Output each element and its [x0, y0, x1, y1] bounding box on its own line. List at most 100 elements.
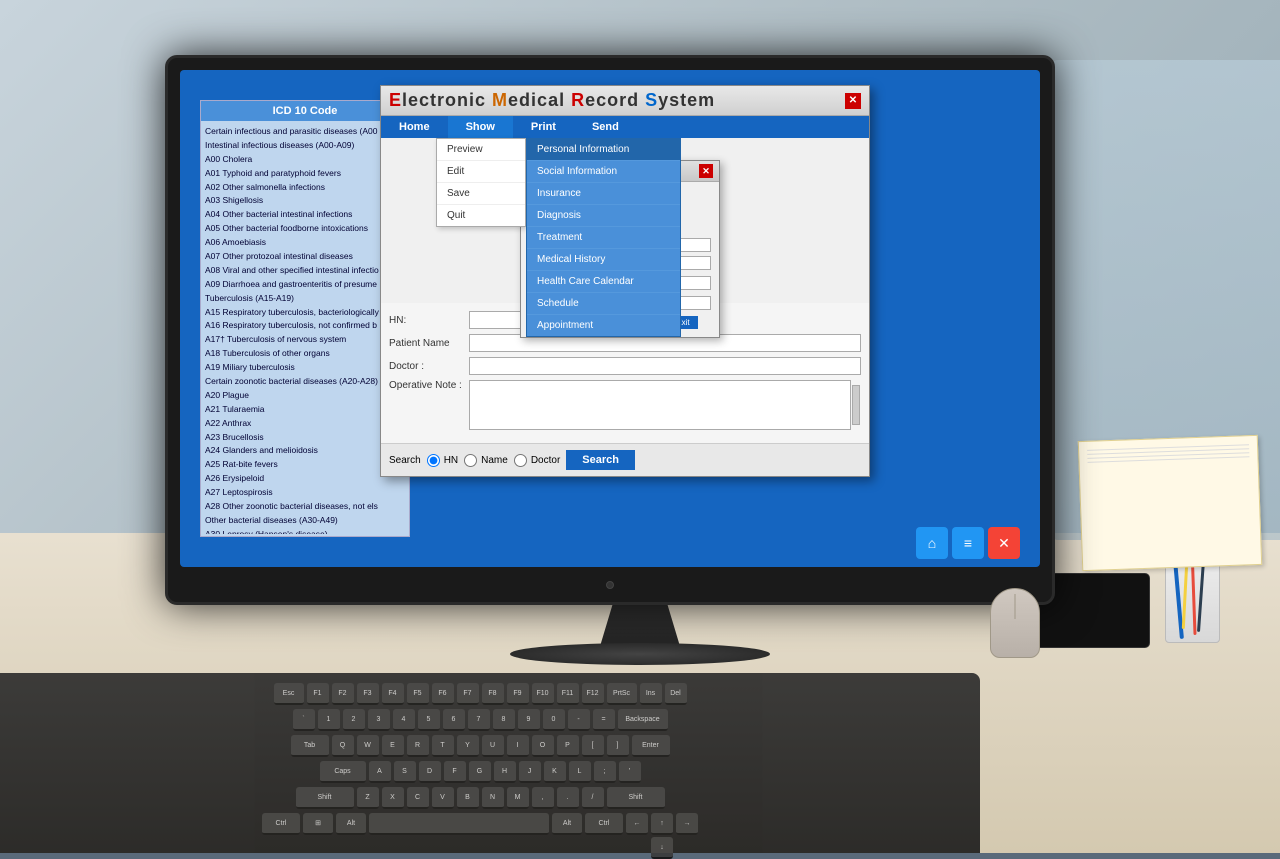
- key-w[interactable]: W: [357, 735, 379, 757]
- key-l[interactable]: L: [569, 761, 591, 783]
- submenu-schedule[interactable]: Schedule: [527, 293, 680, 315]
- key-period[interactable]: .: [557, 787, 579, 809]
- icd-list-item[interactable]: A17† Tuberculosis of nervous system: [205, 333, 405, 347]
- icd-list-item[interactable]: A07 Other protozoal intestinal diseases: [205, 250, 405, 264]
- icd-list-item[interactable]: A19 Miliary tuberculosis: [205, 361, 405, 375]
- key-comma[interactable]: ,: [532, 787, 554, 809]
- key-i[interactable]: I: [507, 735, 529, 757]
- menu-show[interactable]: Show: [448, 116, 513, 138]
- key-r[interactable]: R: [407, 735, 429, 757]
- key-f10[interactable]: F10: [532, 683, 554, 705]
- monitor-power-button[interactable]: [606, 581, 614, 589]
- key-f11[interactable]: F11: [557, 683, 579, 705]
- icd-list-item[interactable]: A18 Tuberculosis of other organs: [205, 347, 405, 361]
- key-h[interactable]: H: [494, 761, 516, 783]
- icd-list-item[interactable]: A15 Respiratory tuberculosis, bacteriolo…: [205, 306, 405, 320]
- key-s[interactable]: S: [394, 761, 416, 783]
- doc-icon-button[interactable]: ≡: [952, 527, 984, 559]
- key-g[interactable]: G: [469, 761, 491, 783]
- key-semicolon[interactable]: ;: [594, 761, 616, 783]
- key-y[interactable]: Y: [457, 735, 479, 757]
- key-f4[interactable]: F4: [382, 683, 404, 705]
- key-slash[interactable]: /: [582, 787, 604, 809]
- key-f[interactable]: F: [444, 761, 466, 783]
- menu-home[interactable]: Home: [381, 116, 448, 138]
- submenu-diagnosis[interactable]: Diagnosis: [527, 205, 680, 227]
- key-arrow-up[interactable]: ↑: [651, 813, 673, 835]
- key-lbracket[interactable]: [: [582, 735, 604, 757]
- submenu-health-care[interactable]: Health Care Calendar: [527, 271, 680, 293]
- key-f2[interactable]: F2: [332, 683, 354, 705]
- icd-list-item[interactable]: A09 Diarrhoea and gastroenteritis of pre…: [205, 278, 405, 292]
- key-9[interactable]: 9: [518, 709, 540, 731]
- icd-list-item[interactable]: A20 Plague: [205, 389, 405, 403]
- icd-list-area[interactable]: Certain infectious and parasitic disease…: [201, 121, 409, 534]
- key-enter[interactable]: Enter: [632, 735, 670, 757]
- icd-list-item[interactable]: Certain infectious and parasitic disease…: [205, 125, 405, 139]
- key-d[interactable]: D: [419, 761, 441, 783]
- key-ins[interactable]: Ins: [640, 683, 662, 705]
- key-p[interactable]: P: [557, 735, 579, 757]
- key-e[interactable]: E: [382, 735, 404, 757]
- icd-list-item[interactable]: A30 Leprosy (Hansen's disease): [205, 528, 405, 534]
- home-icon-button[interactable]: ⌂: [916, 527, 948, 559]
- search-button[interactable]: Search: [566, 450, 635, 470]
- key-0[interactable]: 0: [543, 709, 565, 731]
- icd-list-item[interactable]: A27 Leptospirosis: [205, 486, 405, 500]
- key-z[interactable]: Z: [357, 787, 379, 809]
- key-k[interactable]: K: [544, 761, 566, 783]
- key-del[interactable]: Del: [665, 683, 687, 705]
- icd-list-item[interactable]: A16 Respiratory tuberculosis, not confir…: [205, 319, 405, 333]
- key-5[interactable]: 5: [418, 709, 440, 731]
- key-arrow-left[interactable]: ←: [626, 813, 648, 835]
- key-j[interactable]: J: [519, 761, 541, 783]
- icd-list-item[interactable]: Other bacterial diseases (A30-A49): [205, 514, 405, 528]
- key-alt-left[interactable]: Alt: [336, 813, 366, 835]
- dropdown-quit[interactable]: Quit: [437, 205, 525, 226]
- submenu-personal-info[interactable]: Personal Information: [527, 139, 680, 161]
- key-f12[interactable]: F12: [582, 683, 604, 705]
- key-esc[interactable]: Esc: [274, 683, 304, 705]
- key-rshift[interactable]: Shift: [607, 787, 665, 809]
- key-f3[interactable]: F3: [357, 683, 379, 705]
- key-3[interactable]: 3: [368, 709, 390, 731]
- icd-list-item[interactable]: A02 Other salmonella infections: [205, 181, 405, 195]
- radio-doctor[interactable]: [514, 454, 527, 467]
- key-c[interactable]: C: [407, 787, 429, 809]
- doctor-input[interactable]: [469, 357, 861, 375]
- key-ctrl-left[interactable]: Ctrl: [262, 813, 300, 835]
- key-7[interactable]: 7: [468, 709, 490, 731]
- key-win[interactable]: ⊞: [303, 813, 333, 835]
- icd-list-item[interactable]: A26 Erysipeloid: [205, 472, 405, 486]
- key-caps[interactable]: Caps: [320, 761, 366, 783]
- icd-list-item[interactable]: A04 Other bacterial intestinal infection…: [205, 208, 405, 222]
- dropdown-preview[interactable]: Preview: [437, 139, 525, 161]
- submenu-insurance[interactable]: Insurance: [527, 183, 680, 205]
- dropdown-save[interactable]: Save: [437, 183, 525, 205]
- icd-list-item[interactable]: A05 Other bacterial foodborne intoxicati…: [205, 222, 405, 236]
- close-icon-button[interactable]: ✕: [988, 527, 1020, 559]
- key-arrow-down[interactable]: ↓: [651, 837, 673, 859]
- key-m[interactable]: M: [507, 787, 529, 809]
- icd-list-item[interactable]: A23 Brucellosis: [205, 431, 405, 445]
- key-lshift[interactable]: Shift: [296, 787, 354, 809]
- key-f7[interactable]: F7: [457, 683, 479, 705]
- icd-list-item[interactable]: A25 Rat-bite fevers: [205, 458, 405, 472]
- key-u[interactable]: U: [482, 735, 504, 757]
- icd-list-item[interactable]: A24 Glanders and melioidosis: [205, 444, 405, 458]
- radio-hn[interactable]: [427, 454, 440, 467]
- submenu-social-info[interactable]: Social Information: [527, 161, 680, 183]
- key-v[interactable]: V: [432, 787, 454, 809]
- key-a[interactable]: A: [369, 761, 391, 783]
- icd-list-item[interactable]: A00 Cholera: [205, 153, 405, 167]
- key-arrow-right[interactable]: →: [676, 813, 698, 835]
- icd-list-item[interactable]: A06 Amoebiasis: [205, 236, 405, 250]
- emr-close-button[interactable]: ✕: [845, 93, 861, 109]
- key-1[interactable]: 1: [318, 709, 340, 731]
- operative-textarea[interactable]: [469, 380, 851, 430]
- key-f5[interactable]: F5: [407, 683, 429, 705]
- key-o[interactable]: O: [532, 735, 554, 757]
- dropdown-edit[interactable]: Edit: [437, 161, 525, 183]
- key-equals[interactable]: =: [593, 709, 615, 731]
- key-f6[interactable]: F6: [432, 683, 454, 705]
